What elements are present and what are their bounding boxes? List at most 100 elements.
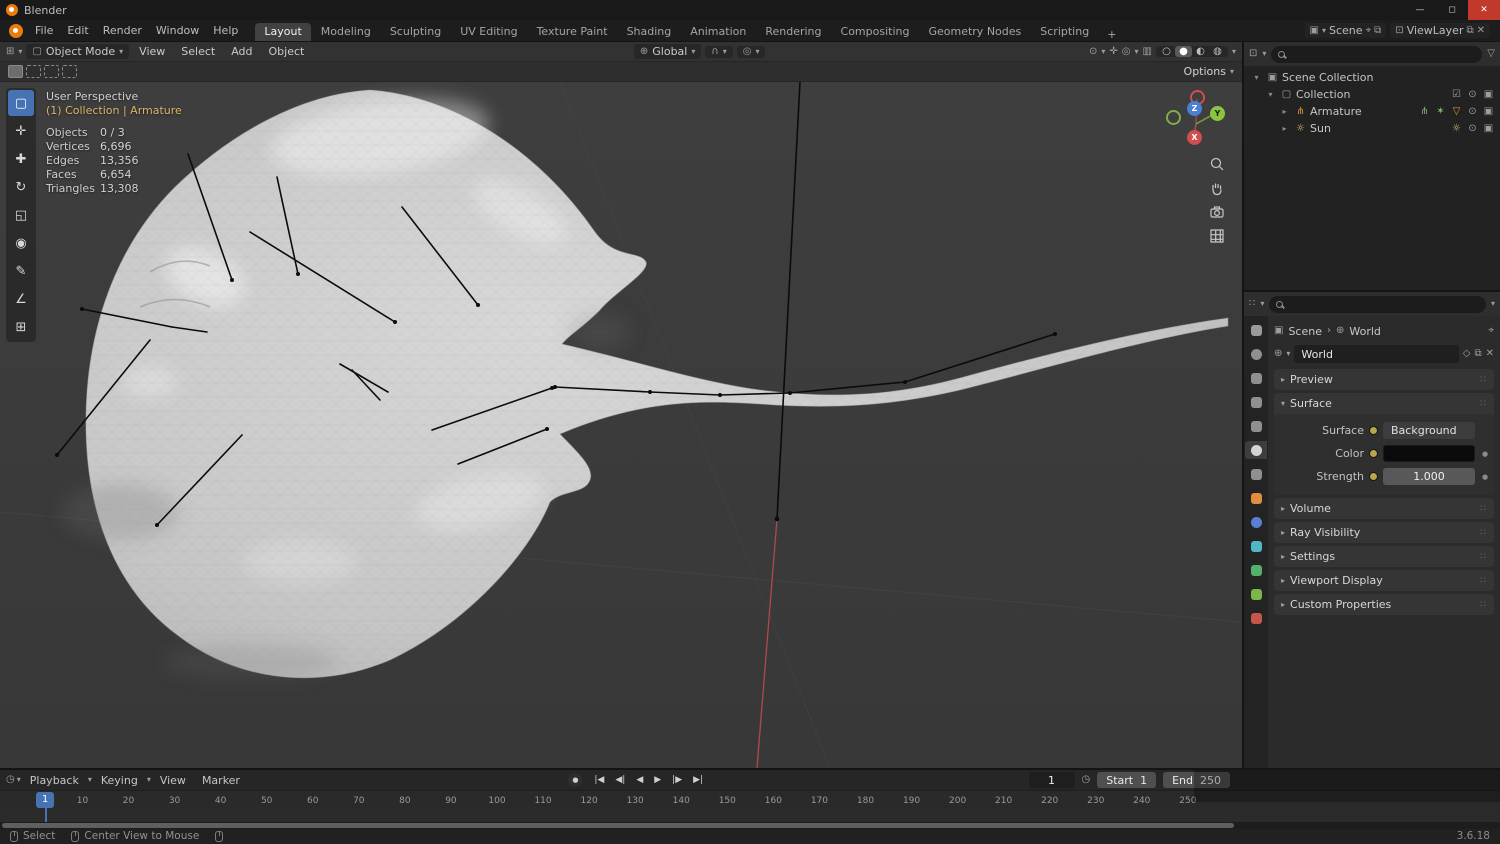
copy-icon[interactable]: ⧉ [1474, 349, 1481, 359]
panel-surface[interactable]: ▾ Surface ∷ [1274, 393, 1494, 414]
menu-add[interactable]: Add [225, 45, 258, 58]
chevron-down-icon[interactable]: ▾ [1135, 47, 1139, 56]
panel-ray-visibility[interactable]: ▸ Ray Visibility ∷ [1274, 522, 1494, 543]
outliner-row-sun[interactable]: ▸ ☼ Sun ☼ ⊙ ▣ [1244, 120, 1500, 137]
filter-icon[interactable]: ▽ [1487, 49, 1495, 59]
timeline-track-area[interactable] [0, 812, 1500, 822]
proportional-editing-dropdown[interactable]: ◎ ▾ [736, 45, 766, 58]
stingray-mesh[interactable] [62, 86, 1229, 680]
tab-object-data[interactable] [1245, 561, 1267, 579]
tab-uv-editing[interactable]: UV Editing [451, 23, 526, 41]
fake-user-shield-icon[interactable]: ◇ [1463, 349, 1471, 359]
gizmo-y-neg[interactable] [1166, 110, 1181, 125]
hide-viewport-icon[interactable]: ⊙ [1466, 89, 1479, 100]
outliner-row-collection[interactable]: ▾ ▢ Collection ☑ ⊙ ▣ [1244, 86, 1500, 103]
tab-collection[interactable] [1245, 465, 1267, 483]
panel-custom-properties[interactable]: ▸ Custom Properties ∷ [1274, 594, 1494, 615]
world-icon[interactable]: ⊕ [1274, 349, 1282, 359]
editor-type-icon[interactable]: ⊞ [6, 46, 14, 57]
show-overlays-icon[interactable]: ◎ [1122, 46, 1131, 57]
panel-grip-icon[interactable]: ∷ [1480, 504, 1487, 514]
animate-decorator-icon[interactable]: ● [1480, 473, 1490, 481]
disclosure-icon[interactable]: ▸ [1278, 107, 1291, 116]
pin-icon[interactable]: ⌖ [1366, 25, 1372, 36]
zoom-icon[interactable] [1209, 156, 1225, 172]
outliner-search-input[interactable] [1271, 45, 1483, 63]
color-swatch[interactable] [1383, 445, 1475, 462]
menu-window[interactable]: Window [149, 20, 206, 41]
action-icon[interactable]: ✶ [1434, 106, 1447, 117]
blender-menu-icon[interactable] [9, 23, 23, 38]
mode-dropdown[interactable]: ▢ Object Mode ▾ [26, 44, 130, 59]
editor-type-icon[interactable]: ∷ [1249, 299, 1255, 309]
chevron-down-icon[interactable]: ▾ [1262, 50, 1266, 58]
pin-icon[interactable]: ⌖ [1488, 326, 1494, 336]
pan-hand-icon[interactable] [1209, 180, 1225, 196]
item-label[interactable]: Armature [1310, 105, 1362, 118]
disclosure-icon[interactable]: ▾ [1250, 73, 1263, 82]
chevron-down-icon[interactable]: ▾ [18, 47, 22, 56]
annotate-tool[interactable]: ✎ [8, 258, 34, 284]
tab-texture[interactable] [1245, 609, 1267, 627]
play-button[interactable]: ▶ [650, 775, 665, 785]
tab-animation[interactable]: Animation [681, 23, 755, 41]
disable-render-icon[interactable]: ▣ [1482, 89, 1495, 100]
play-reverse-button[interactable]: ◀ [632, 775, 647, 785]
orthographic-grid-icon[interactable] [1209, 228, 1225, 244]
chevron-down-icon[interactable]: ▾ [1286, 350, 1290, 358]
panel-preview[interactable]: ▸ Preview ∷ [1274, 369, 1494, 390]
panel-viewport-display[interactable]: ▸ Viewport Display ∷ [1274, 570, 1494, 591]
item-label[interactable]: Sun [1310, 122, 1331, 135]
show-gizmos-icon[interactable]: ✛ [1109, 46, 1117, 57]
rotate-tool[interactable]: ↻ [8, 174, 34, 200]
shading-solid-icon[interactable]: ● [1175, 46, 1192, 57]
disclosure-icon[interactable]: ▸ [1278, 124, 1291, 133]
tab-compositing[interactable]: Compositing [832, 23, 919, 41]
object-visibility-icon[interactable]: ⊙ [1089, 46, 1097, 57]
tab-object[interactable] [1245, 489, 1267, 507]
menu-help[interactable]: Help [206, 20, 245, 41]
viewport-canvas[interactable]: ▢ ✛ ✚ ↻ ◱ ◉ ✎ ∠ ⊞ User Perspective (1) C… [0, 82, 1242, 768]
add-cube-tool[interactable]: ⊞ [8, 314, 34, 340]
menu-view[interactable]: View [133, 45, 171, 58]
panel-settings[interactable]: ▸ Settings ∷ [1274, 546, 1494, 567]
menu-file[interactable]: File [28, 20, 60, 41]
modifier-triangle-icon[interactable]: ▽ [1450, 106, 1463, 117]
gizmo-y-axis[interactable]: Y [1210, 106, 1225, 121]
tab-sculpting[interactable]: Sculpting [381, 23, 450, 41]
tab-layout[interactable]: Layout [255, 23, 311, 41]
surface-type-button[interactable]: Background [1383, 422, 1475, 439]
breadcrumb-scene[interactable]: Scene [1288, 325, 1322, 338]
armature-data-icon[interactable]: ⋔ [1418, 106, 1431, 117]
start-frame-field[interactable]: Start 1 [1097, 772, 1157, 788]
prev-keyframe-button[interactable]: ◀| [611, 775, 629, 785]
snap-dropdown[interactable]: ∩ ▾ [705, 45, 733, 58]
tab-scripting[interactable]: Scripting [1031, 23, 1098, 41]
menu-playback[interactable]: Playback [23, 770, 86, 790]
disable-render-icon[interactable]: ▣ [1482, 106, 1495, 117]
item-label[interactable]: Scene Collection [1282, 71, 1373, 84]
editor-type-icon[interactable]: ◷ [6, 775, 15, 785]
playhead-line[interactable] [45, 808, 47, 822]
select-mode-new[interactable] [8, 65, 23, 78]
tab-texture-paint[interactable]: Texture Paint [528, 23, 617, 41]
select-mode-invert[interactable] [62, 65, 77, 78]
tab-constraints[interactable] [1245, 537, 1267, 555]
tab-world[interactable] [1245, 441, 1267, 459]
transform-orientation-dropdown[interactable]: ⊕ Global ▾ [633, 44, 702, 59]
jump-to-start-button[interactable]: |◀ [590, 775, 608, 785]
panel-grip-icon[interactable]: ∷ [1480, 399, 1487, 409]
cursor-tool[interactable]: ✛ [8, 118, 34, 144]
move-tool[interactable]: ✚ [8, 146, 34, 172]
auto-keying-record-icon[interactable]: ● [568, 773, 583, 787]
editor-type-icon[interactable]: ⊡ [1249, 49, 1257, 59]
menu-keying[interactable]: Keying [94, 770, 145, 790]
panel-volume[interactable]: ▸ Volume ∷ [1274, 498, 1494, 519]
gizmo-z-axis[interactable]: Z [1187, 101, 1202, 116]
copy-icon[interactable]: ⧉ [1374, 25, 1381, 36]
tab-rendering[interactable]: Rendering [756, 23, 830, 41]
shading-wireframe-icon[interactable]: ○ [1158, 46, 1175, 57]
next-keyframe-button[interactable]: |▶ [668, 775, 686, 785]
jump-to-end-button[interactable]: ▶| [689, 775, 707, 785]
tab-render[interactable] [1245, 345, 1267, 363]
